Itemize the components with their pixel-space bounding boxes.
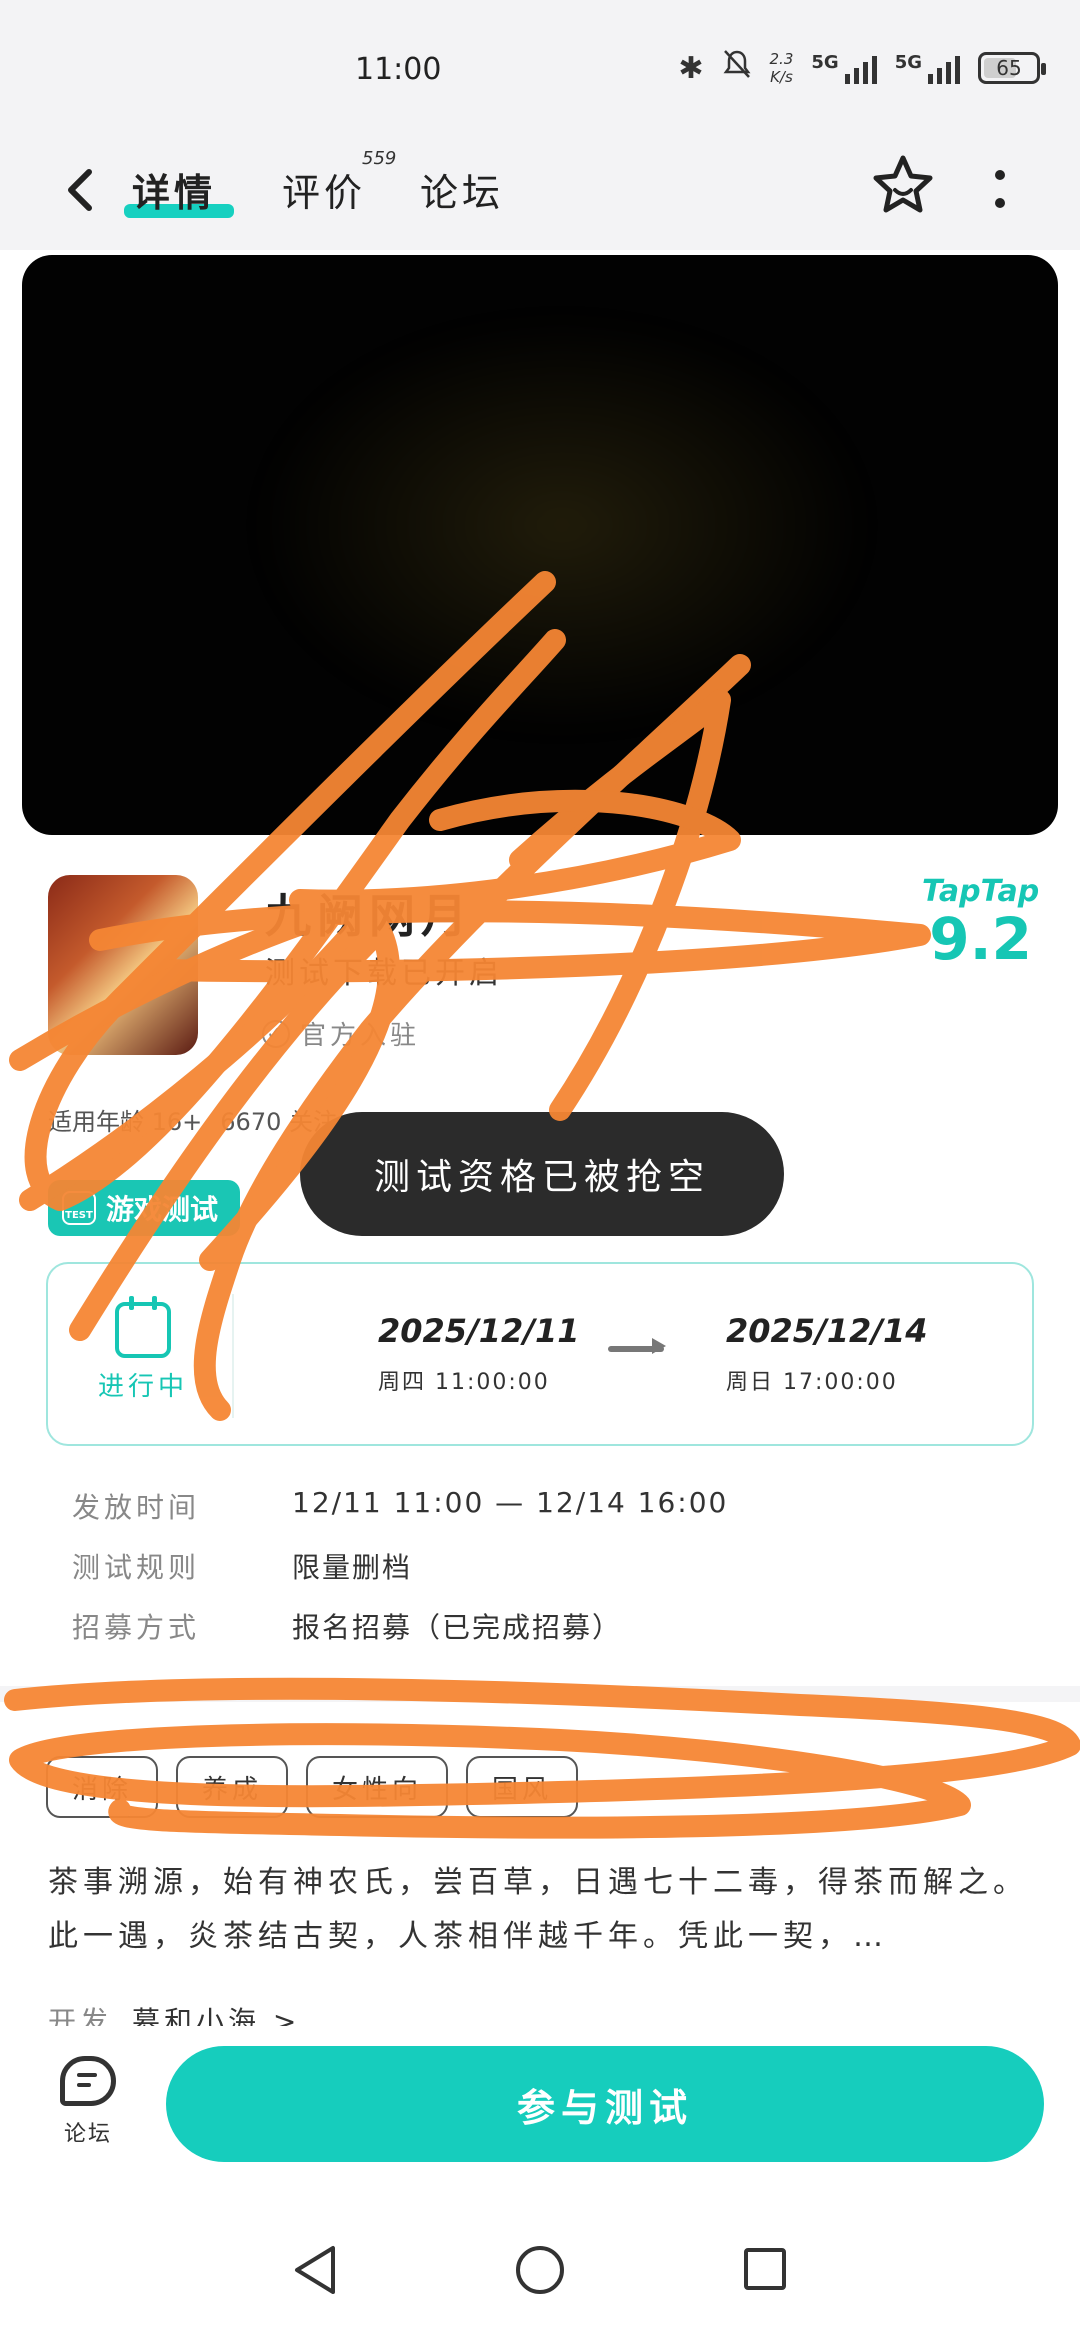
rating-score: 9.2: [929, 905, 1032, 973]
tag-item[interactable]: 女性向: [306, 1756, 449, 1818]
triangle-back-icon: [295, 2246, 335, 2294]
info-value: 12/11 11:00 — 12/14 16:00: [292, 1486, 729, 1519]
info-row-test-rule: 测试规则 限量删档: [72, 1546, 412, 1586]
favorite-button[interactable]: [870, 152, 936, 218]
battery-level: 65: [996, 56, 1022, 80]
status-bar: 11:00 ✱ 2.3 K/s 5G 5G 65: [0, 0, 1080, 140]
info-row-release-time: 发放时间 12/11 11:00 — 12/14 16:00: [72, 1486, 728, 1526]
schedule-divider: [232, 1294, 234, 1418]
developer-line[interactable]: 开发 慕和小海 >: [48, 2000, 300, 2026]
join-test-button[interactable]: 参与测试: [166, 2046, 1044, 2162]
official-label: 官方入驻: [300, 1021, 421, 1051]
nav-home-button[interactable]: [516, 2246, 564, 2294]
toast-message: 测试资格已被抢空: [300, 1112, 784, 1236]
top-header: 详情 评价 559 论坛: [0, 140, 1080, 250]
arrow-right-icon: [608, 1346, 664, 1352]
net-speed-unit: K/s: [770, 68, 793, 86]
schedule-status: 进行中: [88, 1296, 198, 1403]
tab-review[interactable]: 评价: [282, 162, 366, 217]
info-value: 报名招募（已完成招募）: [292, 1611, 623, 1644]
net-speed-value: 2.3: [769, 50, 794, 68]
back-button[interactable]: [50, 160, 110, 220]
info-row-recruit-method: 招募方式 报名招募（已完成招募）: [72, 1606, 622, 1646]
system-nav-bar: [0, 2196, 1080, 2344]
status-icons: ✱ 2.3 K/s 5G 5G 65: [678, 48, 1046, 88]
bluetooth-icon: ✱: [678, 50, 704, 86]
developer-name: 慕和小海 >: [132, 2005, 301, 2026]
battery-icon: 65: [978, 52, 1046, 84]
end-time: 周日 17:00:00: [726, 1370, 898, 1395]
check-circle-icon: ✓: [262, 1019, 290, 1048]
start-time: 周四 11:00:00: [378, 1370, 550, 1395]
tab-detail[interactable]: 详情: [132, 162, 216, 217]
info-label: 发放时间: [72, 1491, 201, 1524]
forum-button[interactable]: 论坛: [52, 2056, 124, 2148]
signal-2-icon: 5G: [895, 52, 960, 84]
tag-item[interactable]: 养成: [176, 1756, 289, 1818]
info-value: 限量删档: [292, 1551, 413, 1584]
test-icon: TEST: [62, 1191, 96, 1225]
review-count-badge: 559: [362, 148, 397, 169]
info-label: 测试规则: [72, 1551, 201, 1584]
forum-icon: [60, 2056, 116, 2106]
more-options-button[interactable]: [985, 164, 1015, 214]
signal-1-icon: 5G: [811, 52, 877, 84]
section-divider: [0, 1686, 1080, 1702]
mute-bell-icon: [722, 48, 752, 88]
back-arrow-icon: [68, 169, 92, 211]
tab-forum-label: 论坛: [420, 171, 505, 215]
signal-2-label: 5G: [894, 52, 922, 73]
tab-forum[interactable]: 论坛: [420, 162, 504, 217]
end-date: 2025/12/14: [726, 1312, 928, 1350]
schedule-status-text: 进行中: [97, 1372, 188, 1402]
calendar-icon: [115, 1296, 171, 1358]
app-subtitle: 测试下载已开启: [265, 956, 503, 991]
status-time: 11:00: [355, 52, 442, 87]
media-video[interactable]: [22, 255, 1058, 835]
nav-recents-button[interactable]: [744, 2248, 786, 2290]
bottom-action-bar: 论坛 参与测试: [0, 2026, 1080, 2196]
tab-review-label: 评价: [282, 171, 367, 215]
net-speed: 2.3 K/s: [770, 50, 794, 86]
start-date: 2025/12/11: [378, 1312, 580, 1350]
tag-list: 消除 养成 女性向 国风: [46, 1756, 579, 1818]
star-icon: [873, 155, 933, 213]
start-date-block: 2025/12/11 周四 11:00:00: [378, 1312, 580, 1396]
test-schedule-card: 进行中 2025/12/11 周四 11:00:00 2025/12/14 周日…: [46, 1262, 1034, 1446]
signal-1-label: 5G: [811, 52, 839, 73]
tag-item[interactable]: 国风: [466, 1756, 579, 1818]
game-test-label: 游戏测试: [106, 1193, 219, 1226]
taptap-rating[interactable]: TapTap 9.2: [922, 874, 1039, 969]
nav-back-button[interactable]: [293, 2244, 339, 2300]
age-label: 适用年龄 16+: [48, 1108, 203, 1136]
age-and-followers: 适用年龄 16+ 6670 关注: [48, 1102, 337, 1137]
game-test-badge: TEST 游戏测试: [48, 1180, 241, 1236]
app-name: 九阙网月: [265, 889, 473, 943]
developer-label: 开发: [48, 2005, 113, 2026]
app-icon: [48, 875, 198, 1055]
forum-label: 论坛: [63, 2122, 112, 2147]
game-description[interactable]: 茶事溯源，始有神农氏，尝百草，日遇七十二毒，得茶而解之。此一遇，炎茶结古契，人茶…: [48, 1856, 1028, 1964]
tag-item[interactable]: 消除: [46, 1756, 159, 1818]
end-date-block: 2025/12/14 周日 17:00:00: [726, 1312, 928, 1396]
info-label: 招募方式: [72, 1611, 201, 1644]
rating-brand: TapTap: [922, 874, 1040, 909]
official-badge: ✓ 官方入驻: [262, 1015, 420, 1052]
tab-detail-label: 详情: [132, 171, 217, 215]
